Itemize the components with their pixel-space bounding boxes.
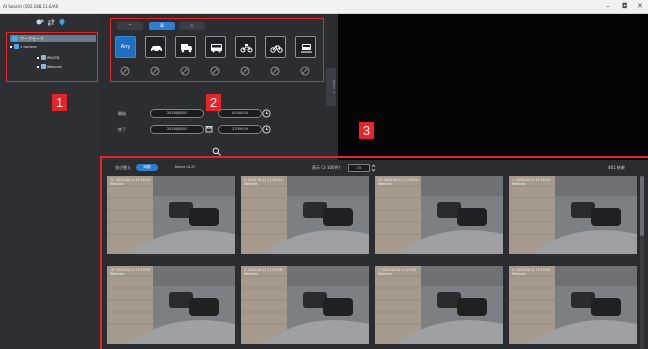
vehicle-type-label: Any xyxy=(120,44,131,50)
result-thumbnail[interactable]: 72. 2024-06-12 11:20:34 Webcam xyxy=(107,176,235,254)
sort-label: 並び替え xyxy=(115,165,131,170)
bus-icon xyxy=(211,44,222,53)
search-icon[interactable] xyxy=(212,147,221,156)
thumbnail-camera: Webcam xyxy=(110,272,124,276)
sort-time-button[interactable]: 時間 xyxy=(136,164,158,171)
result-thumbnail[interactable]: 4. 2024-06-12 11:19:50 Webcam xyxy=(509,266,637,344)
camera-status-icon xyxy=(37,66,39,68)
bicycle-icon xyxy=(270,45,283,53)
result-thumbnail[interactable]: 1. 2024-06-12 11:20:10 Webcam xyxy=(509,176,637,254)
start-time-field[interactable]: 00:00:00 xyxy=(218,109,262,118)
tree-root-item[interactable]: ワークモード xyxy=(10,35,96,42)
no-sign-icon[interactable] xyxy=(270,66,280,76)
thumbnail-camera: Webcam xyxy=(244,182,258,186)
sidebar-toolbar xyxy=(36,18,66,26)
camera-sidebar: ワークモード 1 camera IPAGTB Webcam xyxy=(0,14,100,349)
no-sign-icon[interactable] xyxy=(120,66,130,76)
thumbnail-image xyxy=(241,266,369,344)
thumbnail-image xyxy=(107,176,235,254)
stepper-icon[interactable] xyxy=(371,164,376,172)
callout-badge-1: 1 xyxy=(52,94,67,111)
thumbnail-image xyxy=(375,176,503,254)
end-time-field[interactable]: 23:59:59 xyxy=(218,125,262,134)
camera-icon xyxy=(41,55,46,60)
thumbnail-image xyxy=(241,176,369,254)
tab-person[interactable]: 人 xyxy=(179,22,205,30)
filter-collapse-tab[interactable]: Filters ▸ xyxy=(326,68,336,106)
folder-icon xyxy=(12,36,18,41)
calendar-icon[interactable] xyxy=(205,125,213,133)
end-date-field[interactable]: 2024/06/01 xyxy=(150,125,204,134)
tree-camera-item[interactable]: IPAGTB xyxy=(37,55,59,61)
thumbnail-camera: Webcam xyxy=(378,182,392,186)
camera-status-icon xyxy=(37,57,39,59)
pin-icon[interactable] xyxy=(58,18,66,26)
camera-group-icon[interactable] xyxy=(36,18,44,26)
thumbnail-image xyxy=(375,266,503,344)
no-sign-icon[interactable] xyxy=(300,66,310,76)
tree-group-label: 1 camera xyxy=(20,45,37,49)
result-thumbnail[interactable]: 16. 2024-06-12 11:19:58 Webcam xyxy=(107,266,235,344)
tree-camera-label: Webcam xyxy=(47,65,63,69)
thumbnail-image xyxy=(107,266,235,344)
vehicle-type-bus[interactable] xyxy=(205,36,226,58)
clock-icon[interactable] xyxy=(262,125,271,134)
motorcycle-icon xyxy=(240,44,253,53)
vehicle-type-truck[interactable] xyxy=(175,36,196,58)
result-thumbnail[interactable]: 3. 2024-06-12 11:20:34 Webcam xyxy=(241,176,369,254)
close-button[interactable]: ✕ xyxy=(637,2,643,10)
thumbnail-camera: Webcam xyxy=(512,182,526,186)
camera-icon xyxy=(41,64,46,69)
callout-badge-3: 3 xyxy=(359,122,374,139)
vehicle-type-motorcycle[interactable] xyxy=(235,36,256,58)
collapse-filter-button[interactable]: ^ xyxy=(117,22,143,30)
window-titlebar: AI Search (192.168.11.6/AI) – ◘ ✕ xyxy=(0,0,648,14)
swap-icon[interactable] xyxy=(47,18,55,26)
object-type-filter: ^ 車 人 Any xyxy=(110,18,324,82)
tree-group-item[interactable]: 1 camera xyxy=(10,44,37,50)
vehicle-type-bicycle[interactable] xyxy=(265,36,286,58)
video-preview[interactable] xyxy=(338,14,648,160)
results-scrollbar-thumb[interactable] xyxy=(640,176,644,236)
no-sign-icon[interactable] xyxy=(150,66,160,76)
clock-icon[interactable] xyxy=(262,109,271,118)
car-icon xyxy=(151,46,162,53)
vehicle-type-car[interactable] xyxy=(145,36,166,58)
result-count: 461 結果 xyxy=(608,165,625,170)
vehicle-type-train[interactable] xyxy=(295,36,316,58)
truck-icon xyxy=(181,44,192,53)
no-sign-icon[interactable] xyxy=(240,66,250,76)
start-date-field[interactable]: 2024/06/01 xyxy=(150,109,204,118)
thumbnail-image xyxy=(509,266,637,344)
result-thumbnail[interactable]: 2. 2024-06-12 11:19:58 Webcam xyxy=(241,266,369,344)
no-sign-icon[interactable] xyxy=(210,66,220,76)
start-label: 開始 xyxy=(118,111,126,116)
tree-root-label: ワークモード xyxy=(20,36,44,41)
window-title: AI Search (192.168.11.6/AI) xyxy=(3,4,59,9)
result-thumbnail[interactable]: 7. 2024-06-12 11:19:50 Webcam xyxy=(375,266,503,344)
thumbnail-camera: Webcam xyxy=(378,272,392,276)
thumbnail-camera: Webcam xyxy=(110,182,124,186)
page-size-input[interactable]: 15 xyxy=(348,164,370,172)
minimize-button[interactable]: – xyxy=(606,2,610,10)
sort-name-button[interactable]: Name (A-Z) xyxy=(170,164,200,171)
expand-icon[interactable] xyxy=(10,46,12,48)
camera-tree: ワークモード 1 camera IPAGTB Webcam xyxy=(6,32,98,82)
camera-group-icon xyxy=(14,44,19,49)
page-size-label: 表示 (1-100件) xyxy=(312,165,341,170)
end-label: 終了 xyxy=(118,127,126,132)
tree-camera-item[interactable]: Webcam xyxy=(37,64,62,70)
thumbnail-image xyxy=(509,176,637,254)
tab-vehicle[interactable]: 車 xyxy=(149,22,175,30)
train-icon xyxy=(301,44,312,53)
vehicle-type-any[interactable]: Any xyxy=(115,36,136,58)
callout-badge-2: 2 xyxy=(206,94,221,111)
thumbnail-camera: Webcam xyxy=(512,272,526,276)
no-sign-icon[interactable] xyxy=(180,66,190,76)
result-thumbnail[interactable]: 20. 2024-06-12 11:20:10 Webcam xyxy=(375,176,503,254)
maximize-button[interactable]: ◘ xyxy=(622,2,628,10)
tree-camera-label: IPAGTB xyxy=(47,56,60,60)
thumbnail-camera: Webcam xyxy=(244,272,258,276)
